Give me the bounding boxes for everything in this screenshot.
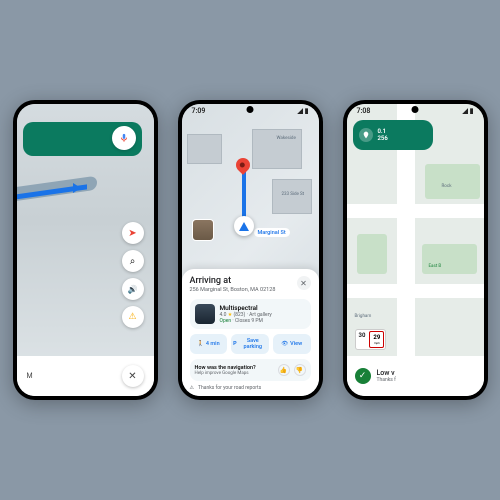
phone-center: 7:09 ◢ ▮ Wakeside 233 Side St Marginal S… <box>178 100 323 400</box>
camera-hole <box>412 106 419 113</box>
walk-chip[interactable]: 🚶 4 min <box>190 334 228 354</box>
park-area <box>425 164 480 199</box>
phone-right: 7:08 ◢ ▮ East B Brigham Rock 0.1 256 30 <box>343 100 488 400</box>
building <box>252 129 302 169</box>
close-nav-button[interactable]: ✕ <box>122 365 144 387</box>
feedback-card: How was the navigation? Help improve Goo… <box>190 359 311 381</box>
action-chips: 🚶 4 min P Save parking 👁 View <box>190 334 311 354</box>
destination-pin-icon[interactable] <box>233 155 253 175</box>
camera-hole <box>247 106 254 113</box>
speed-limit: 29 mph <box>369 331 384 348</box>
thumbs-down-button[interactable]: 👎 <box>294 364 306 376</box>
view-chip[interactable]: 👁 View <box>273 334 311 354</box>
road <box>347 204 484 218</box>
report-button[interactable]: ⚠ <box>122 306 144 328</box>
arrival-address: 256 Marginal St, Boston, MA 02128 <box>190 287 276 293</box>
banner-title: Low v <box>377 369 396 377</box>
arrival-sheet: Arriving at 256 Marginal St, Boston, MA … <box>182 269 319 396</box>
place-image <box>195 304 215 324</box>
view-icon: 👁 <box>281 341 288 347</box>
current-speed: 30 <box>356 330 369 349</box>
voice-search-button[interactable] <box>112 126 136 150</box>
pin-icon <box>359 128 373 142</box>
status-icons: ◢ ▮ <box>463 107 474 115</box>
park-area <box>357 234 387 274</box>
thanks-row: ⚠ Thanks for your road reports <box>190 385 311 391</box>
place-hours: Open · Closes 9 PM <box>220 318 272 324</box>
building <box>187 134 222 164</box>
road <box>347 284 484 298</box>
feedback-question: How was the navigation? <box>195 365 256 371</box>
map-label-east: East B <box>429 264 442 269</box>
mic-icon <box>119 133 129 143</box>
speed-indicator: 30 29 mph <box>355 329 387 350</box>
status-time: 7:09 <box>192 107 206 115</box>
sound-button[interactable]: 🔊 <box>122 278 144 300</box>
check-icon: ✓ <box>355 368 371 384</box>
thanks-text: Thanks for your road reports <box>198 385 261 391</box>
screen-left: ➤ ⌕ 🔊 ⚠ M ✕ <box>17 104 154 396</box>
navigation-hud[interactable]: 0.1 256 <box>353 120 433 150</box>
status-time: 7:08 <box>357 107 371 115</box>
route-arrow-icon <box>73 183 81 193</box>
hud-number: 256 <box>378 135 388 142</box>
streetview-thumb[interactable] <box>192 219 214 241</box>
screen-right: 7:08 ◢ ▮ East B Brigham Rock 0.1 256 30 <box>347 104 484 396</box>
search-button[interactable]: ⌕ <box>122 250 144 272</box>
screen-center: 7:09 ◢ ▮ Wakeside 233 Side St Marginal S… <box>182 104 319 396</box>
eta-text: M <box>27 372 33 380</box>
map-label-wakeside: Wakeside <box>277 136 296 141</box>
route-line <box>242 172 246 222</box>
map-label-sidest: 233 Side St <box>282 192 305 197</box>
park-area <box>422 244 477 274</box>
compass-button[interactable]: ➤ <box>122 222 144 244</box>
feedback-subtitle: Help improve Google Maps <box>195 371 256 376</box>
place-name: Multispectral <box>220 304 272 312</box>
phone-left: ➤ ⌕ 🔊 ⚠ M ✕ <box>13 100 158 400</box>
eta-bar[interactable]: M ✕ <box>17 356 154 396</box>
current-location-icon <box>234 216 254 236</box>
bottom-banner[interactable]: ✓ Low v Thanks f <box>347 356 484 396</box>
save-parking-chip[interactable]: P Save parking <box>231 334 269 354</box>
street-label: Marginal St <box>254 228 290 237</box>
map-controls: ➤ ⌕ 🔊 ⚠ <box>122 222 144 328</box>
walk-icon: 🚶 <box>197 341 204 347</box>
place-card[interactable]: Multispectral 4.0 ★ (823) · Art gallery … <box>190 299 311 329</box>
map-label-rock: Rock <box>442 184 452 189</box>
arrival-title: Arriving at <box>190 276 276 286</box>
parking-icon: P <box>233 341 237 347</box>
thumbs-up-button[interactable]: 👍 <box>278 364 290 376</box>
status-icons: ◢ ▮ <box>298 107 309 115</box>
map-label-brigham: Brigham <box>355 314 372 319</box>
close-sheet-button[interactable]: ✕ <box>297 276 311 290</box>
hud-distance: 0.1 <box>378 128 388 135</box>
warning-icon: ⚠ <box>190 385 194 391</box>
banner-subtitle: Thanks f <box>377 377 396 383</box>
